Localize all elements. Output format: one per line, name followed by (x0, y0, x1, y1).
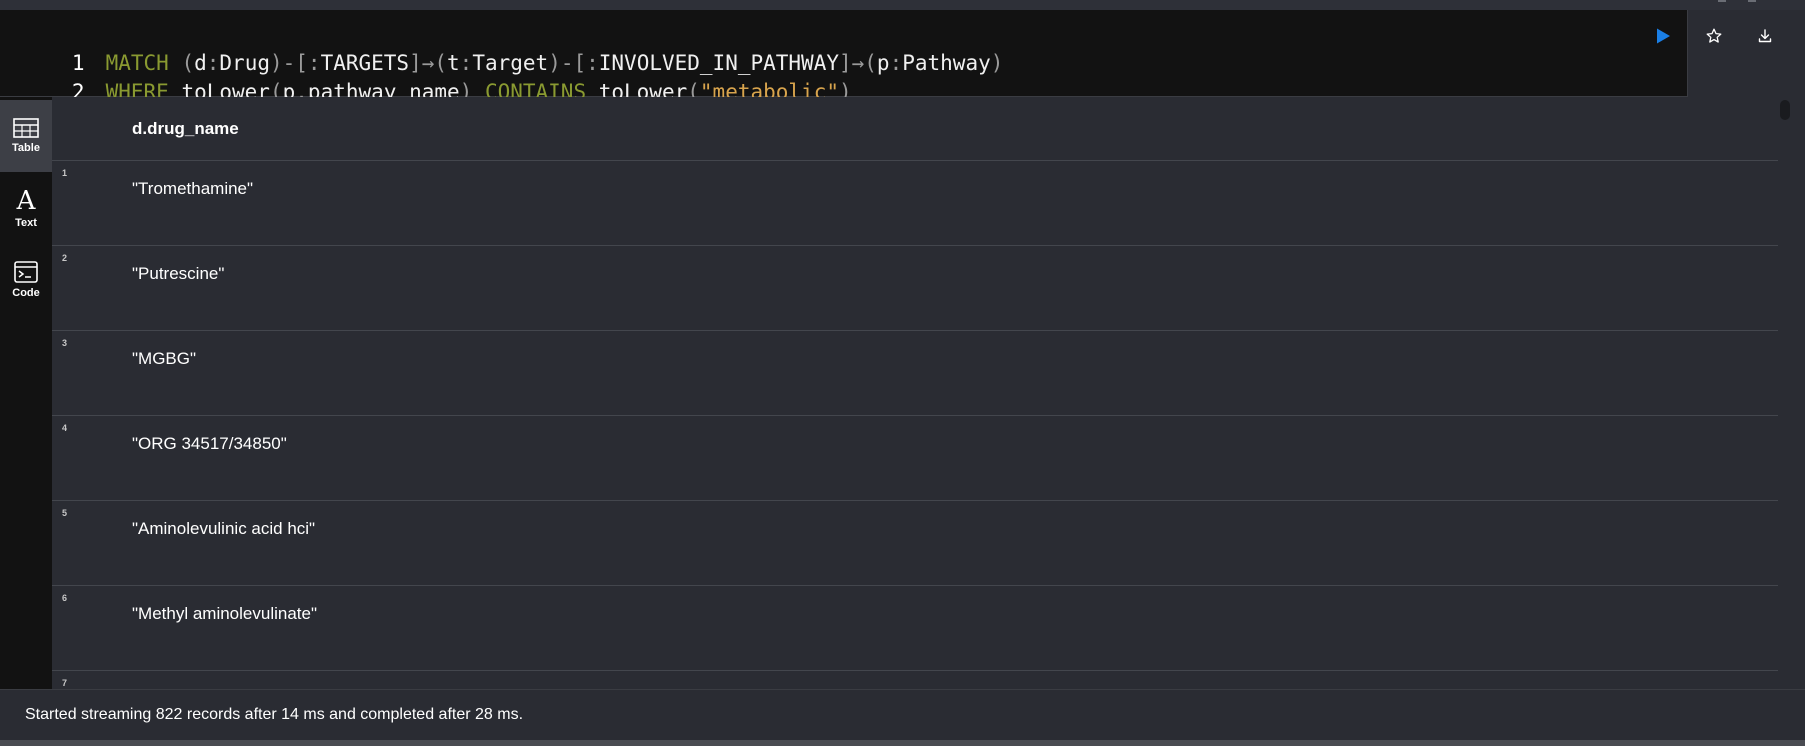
status-bar: Started streaming 822 records after 14 m… (0, 689, 1805, 741)
row-number: 6 (62, 593, 68, 603)
code-icon (14, 261, 38, 283)
column-header[interactable]: d.drug_name (52, 97, 1778, 161)
code-token: ) (990, 51, 1004, 75)
view-tab-table[interactable]: Table (0, 100, 52, 172)
table-row[interactable]: 2 "Putrescine" (52, 246, 1778, 331)
table-row[interactable]: 1 "Tromethamine" (52, 161, 1778, 246)
row-number: 5 (62, 508, 68, 518)
table-row[interactable]: 5 "Aminolevulinic acid hci" (52, 501, 1778, 586)
view-tab-label: Code (12, 287, 40, 299)
row-number: 3 (62, 338, 68, 348)
text-icon: A (16, 187, 37, 213)
table-row[interactable]: 4 "ORG 34517/34850" (52, 416, 1778, 501)
scrollbar-thumb[interactable] (1780, 100, 1790, 120)
star-icon (1706, 28, 1722, 43)
view-tab-text[interactable]: A Text (0, 172, 52, 244)
results-table[interactable]: d.drug_name 1 "Tromethamine" 2 "Putresci… (52, 97, 1778, 689)
run-query-button[interactable] (1651, 24, 1675, 48)
top-strip-mark (1718, 0, 1726, 2)
play-icon (1657, 28, 1670, 44)
table-cell[interactable]: "Methyl aminolevulinate" (132, 604, 317, 624)
table-cell[interactable]: "Putrescine" (132, 264, 224, 284)
view-tab-label: Text (15, 217, 37, 229)
column-header-label: d.drug_name (132, 119, 239, 138)
favorite-button[interactable] (1702, 24, 1726, 48)
row-number: 7 (62, 678, 68, 688)
table-cell[interactable]: "Tromethamine" (132, 179, 253, 199)
svg-text:A: A (16, 187, 37, 213)
table-icon (13, 118, 39, 138)
download-button[interactable] (1753, 24, 1777, 48)
bottom-edge (0, 740, 1805, 746)
view-sidebar: Table A Text Code (0, 97, 52, 689)
table-row[interactable]: 6 "Methyl aminolevulinate" (52, 586, 1778, 671)
top-strip-mark (1748, 0, 1756, 2)
table-row[interactable]: 3 "MGBG" (52, 331, 1778, 416)
code-line-1[interactable]: 1 MATCH (d:Drug)-[:TARGETS]→(t:Target)-[:… (0, 20, 1003, 75)
code-token: Pathway (902, 51, 991, 75)
table-row[interactable]: 7 (52, 671, 1778, 689)
query-editor[interactable]: 1 MATCH (d:Drug)-[:TARGETS]→(t:Target)-[:… (0, 10, 1688, 133)
view-tab-label: Table (12, 142, 40, 154)
table-cell[interactable]: "ORG 34517/34850" (132, 434, 287, 454)
row-number: 1 (62, 168, 68, 178)
table-scrollbar[interactable] (1778, 97, 1805, 689)
code-token: : (889, 51, 903, 75)
status-message: Started streaming 822 records after 14 m… (25, 706, 524, 723)
code-line-2[interactable]: 2 WHERE toLower(p.pathway_name) CONTAINS … (0, 49, 852, 104)
view-tab-code[interactable]: Code (0, 244, 52, 316)
top-strip (0, 0, 1805, 10)
table-cell[interactable]: "Aminolevulinic acid hci" (132, 519, 315, 539)
row-number: 2 (62, 253, 68, 263)
editor-border (1687, 10, 1688, 96)
code-token: p (876, 51, 890, 75)
download-icon (1758, 29, 1772, 43)
row-number: 4 (62, 423, 68, 433)
table-cell[interactable]: "MGBG" (132, 349, 196, 369)
